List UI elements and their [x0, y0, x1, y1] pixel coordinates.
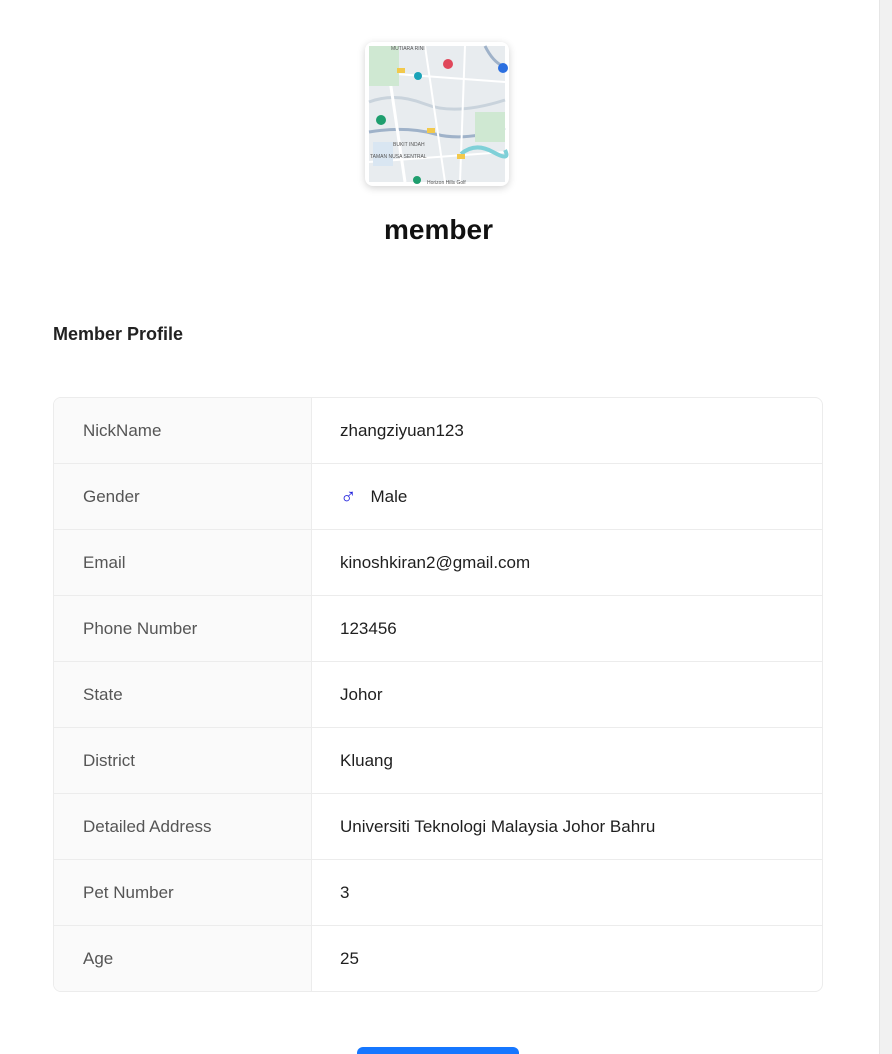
- row-label: State: [54, 662, 312, 727]
- male-icon: ♂: [340, 483, 357, 509]
- profile-table: NickName zhangziyuan123 Gender ♂ Male Em…: [53, 397, 823, 992]
- row-value: zhangziyuan123: [340, 420, 464, 440]
- row-label: Gender: [54, 464, 312, 529]
- row-label: Email: [54, 530, 312, 595]
- row-value: Universiti Teknologi Malaysia Johor Bahr…: [340, 816, 656, 836]
- row-value: Kluang: [340, 750, 393, 770]
- row-label: NickName: [54, 398, 312, 463]
- row-label: Pet Number: [54, 860, 312, 925]
- table-row-address: Detailed Address Universiti Teknologi Ma…: [54, 794, 822, 860]
- table-row-nickname: NickName zhangziyuan123: [54, 398, 822, 464]
- table-row-pet-number: Pet Number 3: [54, 860, 822, 926]
- row-value: 123456: [340, 618, 397, 638]
- member-profile-page: MUTIARA RINI BUKIT INDAH TAMAN NUSA SENT…: [0, 0, 892, 1054]
- row-label: Detailed Address: [54, 794, 312, 859]
- table-row-phone: Phone Number 123456: [54, 596, 822, 662]
- row-label: District: [54, 728, 312, 793]
- member-name-title: member: [384, 214, 493, 245]
- row-label: Age: [54, 926, 312, 991]
- primary-action-button[interactable]: [357, 1047, 519, 1054]
- map-label-mid: BUKIT INDAH: [393, 142, 425, 148]
- row-value-gender: ♂ Male: [312, 464, 822, 529]
- row-label: Phone Number: [54, 596, 312, 661]
- map-label-left: TAMAN NUSA SENTRAL: [370, 154, 427, 160]
- map-avatar-image: MUTIARA RINI BUKIT INDAH TAMAN NUSA SENT…: [365, 42, 509, 186]
- row-value: 3: [340, 882, 350, 902]
- row-value: kinoshkiran2@gmail.com: [340, 552, 531, 572]
- scrollbar[interactable]: [879, 0, 892, 1054]
- table-row-state: State Johor: [54, 662, 822, 728]
- gender-text: Male: [370, 486, 408, 506]
- table-row-gender: Gender ♂ Male: [54, 464, 822, 530]
- table-row-email: Email kinoshkiran2@gmail.com: [54, 530, 822, 596]
- section-title: Member Profile: [53, 324, 184, 344]
- table-row-district: District Kluang: [54, 728, 822, 794]
- row-value: 25: [340, 948, 359, 968]
- row-value: Johor: [340, 684, 383, 704]
- table-row-age: Age 25: [54, 926, 822, 991]
- map-label-top: MUTIARA RINI: [391, 46, 425, 52]
- map-label-bottom: Horizon Hills Golf: [427, 180, 466, 186]
